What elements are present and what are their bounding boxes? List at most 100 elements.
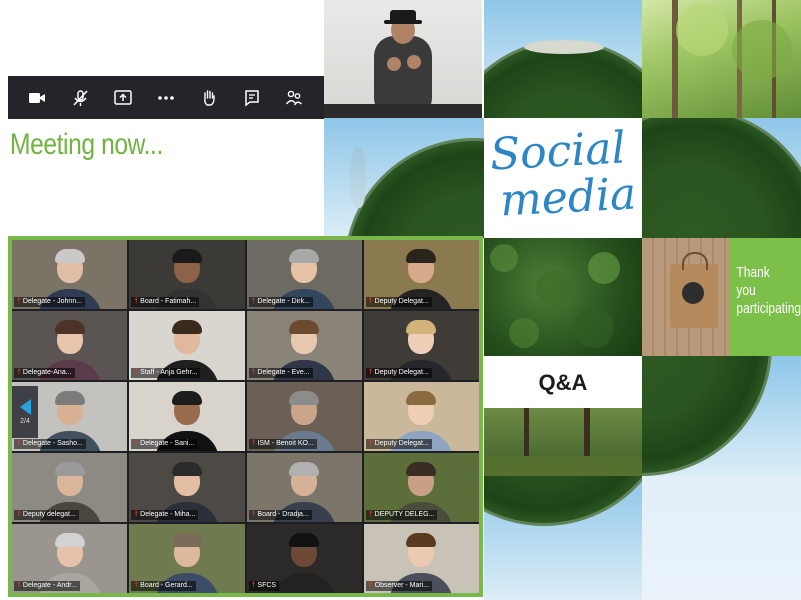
- participant-nameplate: † Delegate - Johnn...: [14, 297, 86, 307]
- participant-tile[interactable]: † Deputy delegat...: [12, 453, 128, 522]
- mic-muted-icon: †: [368, 298, 373, 305]
- forest-planet-tile-large: [324, 118, 484, 238]
- participant-name: Delegate - Sani...: [140, 440, 195, 447]
- participant-tile[interactable]: † Board - Gerard...: [129, 524, 245, 593]
- participant-tile[interactable]: † Delegate - Sani...: [129, 382, 245, 451]
- participant-video: [272, 533, 337, 593]
- participant-name: Board - Fatimah...: [140, 298, 197, 305]
- participant-nameplate: † Board - Dradja...: [248, 510, 312, 520]
- mic-muted-icon: †: [251, 511, 256, 518]
- participant-tile[interactable]: † Delegate - Eve...: [246, 311, 362, 380]
- forest-planet-tile-top: [484, 0, 642, 118]
- participant-nameplate: † Deputy delegat...: [14, 510, 79, 520]
- participant-nameplate: † Delegate-Ana...: [14, 368, 75, 378]
- mic-muted-icon: †: [17, 511, 21, 518]
- arrow-left-icon: [19, 399, 31, 415]
- media-text: media: [498, 168, 638, 227]
- chat-button[interactable]: [237, 83, 267, 113]
- participant-nameplate: † Deputy Delegat...: [365, 368, 432, 378]
- participant-name: Delegate - Sasho...: [22, 440, 83, 447]
- qa-tile: Q&A: [484, 356, 642, 476]
- ellipsis-icon: [158, 95, 174, 100]
- participant-tile[interactable]: † Deputy Delegat...: [363, 311, 479, 380]
- participant-name: Board - Dradja...: [257, 511, 309, 518]
- sky-tile-bottom-middle: [484, 476, 642, 600]
- participants-button[interactable]: [279, 83, 309, 113]
- camera-icon: [29, 92, 46, 103]
- participant-name: Deputy Delegat...: [374, 369, 429, 376]
- hand-icon: [203, 89, 215, 106]
- gallery-previous-page-button[interactable]: 2/4: [12, 386, 38, 438]
- participant-name: Deputy Delegat...: [374, 298, 429, 305]
- page-indicator: 2/4: [20, 418, 30, 425]
- participant-nameplate: † Board - Fatimah...: [131, 297, 200, 307]
- meeting-now-headline: Meeting now...: [10, 128, 163, 161]
- participants-icon: [286, 90, 303, 105]
- participant-name: Staff - Anja Gehr...: [140, 369, 198, 376]
- participant-name: Deputy delegat...: [22, 511, 76, 518]
- participant-nameplate: † Deputy Delegat...: [365, 297, 432, 307]
- mic-muted-icon: †: [17, 369, 21, 376]
- participant-tile[interactable]: † Deputy Delegat...: [363, 382, 479, 451]
- mic-muted-icon: †: [368, 582, 373, 589]
- mic-muted-icon: †: [368, 440, 373, 447]
- participant-tile[interactable]: † DEPUTY DELEG...: [363, 453, 479, 522]
- interpreter-figure: [324, 10, 482, 118]
- participant-nameplate: † Delegate - Eve...: [248, 368, 313, 378]
- participant-tile[interactable]: † Delegate - Dirk...: [246, 240, 362, 309]
- mic-muted-icon: †: [251, 582, 256, 589]
- mic-muted-icon: †: [134, 369, 139, 376]
- participant-tile[interactable]: † Deputy Delegat...: [363, 240, 479, 309]
- participant-name: Deputy Delegat...: [374, 440, 429, 447]
- participant-nameplate: † Deputy Delegat...: [365, 439, 432, 449]
- interpreter-video-tile: [324, 0, 482, 118]
- participant-name: Delegate - Miha...: [140, 511, 196, 518]
- mic-muted-icon: †: [134, 298, 139, 305]
- participant-nameplate: † Board - Gerard...: [131, 581, 196, 591]
- mute-microphone-button[interactable]: [65, 83, 95, 113]
- participant-nameplate: † Delegate - Sani...: [131, 439, 198, 449]
- share-screen-button[interactable]: [108, 83, 138, 113]
- participant-nameplate: † DEPUTY DELEG...: [365, 510, 438, 520]
- mic-muted-icon: †: [134, 440, 139, 447]
- participant-tile[interactable]: † Board - Dradja...: [246, 453, 362, 522]
- participant-name: Delegate - Eve...: [257, 369, 310, 376]
- thank-you-text: Thank you: [736, 264, 770, 299]
- participant-name: Board - Gerard...: [140, 582, 193, 589]
- forest-planet-tile-lower: [642, 356, 801, 476]
- participant-tile[interactable]: † Delegate-Ana...: [12, 311, 128, 380]
- participant-tile[interactable]: † Board - Fatimah...: [129, 240, 245, 309]
- participant-tile[interactable]: † Observer - Mari...: [363, 524, 479, 593]
- more-options-button[interactable]: [151, 83, 181, 113]
- participant-tile[interactable]: † SFCS: [246, 524, 362, 593]
- mic-muted-icon: †: [17, 440, 21, 447]
- mic-muted-icon: †: [368, 369, 373, 376]
- participant-name: DEPUTY DELEG...: [374, 511, 435, 518]
- participant-nameplate: † Delegate - Dirk...: [248, 297, 313, 307]
- participant-tile[interactable]: † Staff - Anja Gehr...: [129, 311, 245, 380]
- mic-muted-icon: †: [368, 511, 373, 518]
- qa-title: Q&A: [538, 370, 588, 395]
- participant-tile[interactable]: † ISM - Benoit KO...: [246, 382, 362, 451]
- raise-hand-button[interactable]: [194, 83, 224, 113]
- participant-nameplate: † Delegate - Miha...: [131, 510, 199, 520]
- mic-muted-icon: †: [134, 511, 139, 518]
- participant-name: Delegate - Dirk...: [257, 298, 310, 305]
- participant-tile[interactable]: † Delegate - Andr...: [12, 524, 128, 593]
- participant-name: ISM - Benoit KO...: [257, 440, 314, 447]
- video-camera-button[interactable]: [22, 83, 52, 113]
- mic-muted-icon: †: [17, 298, 21, 305]
- mic-muted-icon: †: [134, 582, 139, 589]
- participant-nameplate: † Observer - Mari...: [365, 581, 433, 591]
- participant-tile[interactable]: † Delegate - Miha...: [129, 453, 245, 522]
- participant-name: Delegate - Andr...: [22, 582, 77, 589]
- gift-bag: [670, 252, 718, 328]
- participant-name: Observer - Mari...: [374, 582, 430, 589]
- participant-name: Delegate-Ana...: [22, 369, 72, 376]
- participant-tile[interactable]: † Delegate - Johnn...: [12, 240, 128, 309]
- mic-muted-icon: †: [17, 582, 21, 589]
- mic-muted-icon: †: [251, 298, 256, 305]
- participating-text: participating: [736, 300, 801, 317]
- social-media-tile: Social media: [484, 118, 642, 238]
- meeting-toolbar: [8, 76, 324, 119]
